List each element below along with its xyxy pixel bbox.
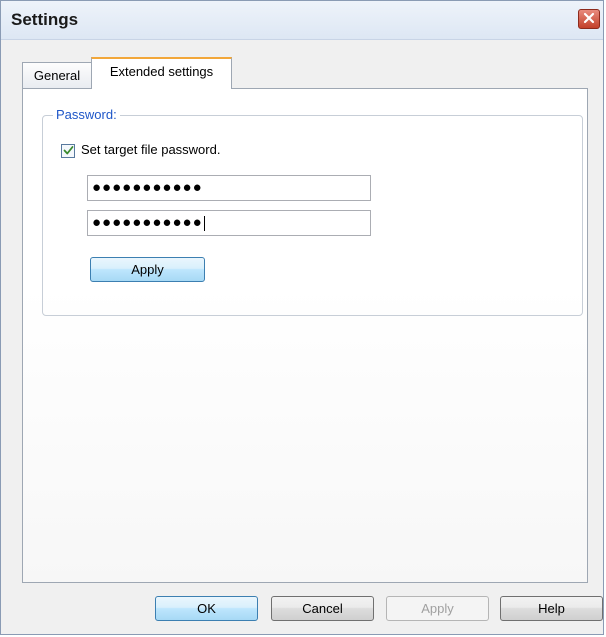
tab-general-label: General <box>33 68 81 83</box>
settings-dialog: Settings General Extended settings Passw… <box>0 0 604 635</box>
set-password-label[interactable]: Set target file password. <box>81 142 220 157</box>
cancel-button-label: Cancel <box>302 601 343 616</box>
help-button[interactable]: Help <box>500 596 603 621</box>
password-field[interactable]: ●●●●●●●●●●● <box>87 175 371 201</box>
help-button-label: Help <box>538 601 565 616</box>
apply-password-button-label: Apply <box>131 262 164 277</box>
close-button[interactable] <box>578 9 600 29</box>
apply-button-label: Apply <box>421 601 454 616</box>
confirm-password-field-value: ●●●●●●●●●●● <box>92 214 203 231</box>
cancel-button[interactable]: Cancel <box>271 596 374 621</box>
tab-extended-settings-label: Extended settings <box>109 64 214 79</box>
tab-general[interactable]: General <box>22 62 92 88</box>
text-caret <box>203 215 205 231</box>
password-group-label: Password: <box>53 107 120 122</box>
set-password-checkbox[interactable] <box>61 144 75 158</box>
checkmark-icon <box>63 144 74 159</box>
close-icon <box>583 12 595 27</box>
apply-password-button[interactable]: Apply <box>90 257 205 282</box>
apply-button: Apply <box>386 596 489 621</box>
password-field-value: ●●●●●●●●●●● <box>92 179 203 196</box>
window-title: Settings <box>11 10 79 29</box>
confirm-password-field[interactable]: ●●●●●●●●●●● <box>87 210 371 236</box>
ok-button-label: OK <box>197 601 216 616</box>
title-bar[interactable]: Settings <box>1 1 603 40</box>
tab-extended-settings[interactable]: Extended settings <box>91 57 232 89</box>
ok-button[interactable]: OK <box>155 596 258 621</box>
